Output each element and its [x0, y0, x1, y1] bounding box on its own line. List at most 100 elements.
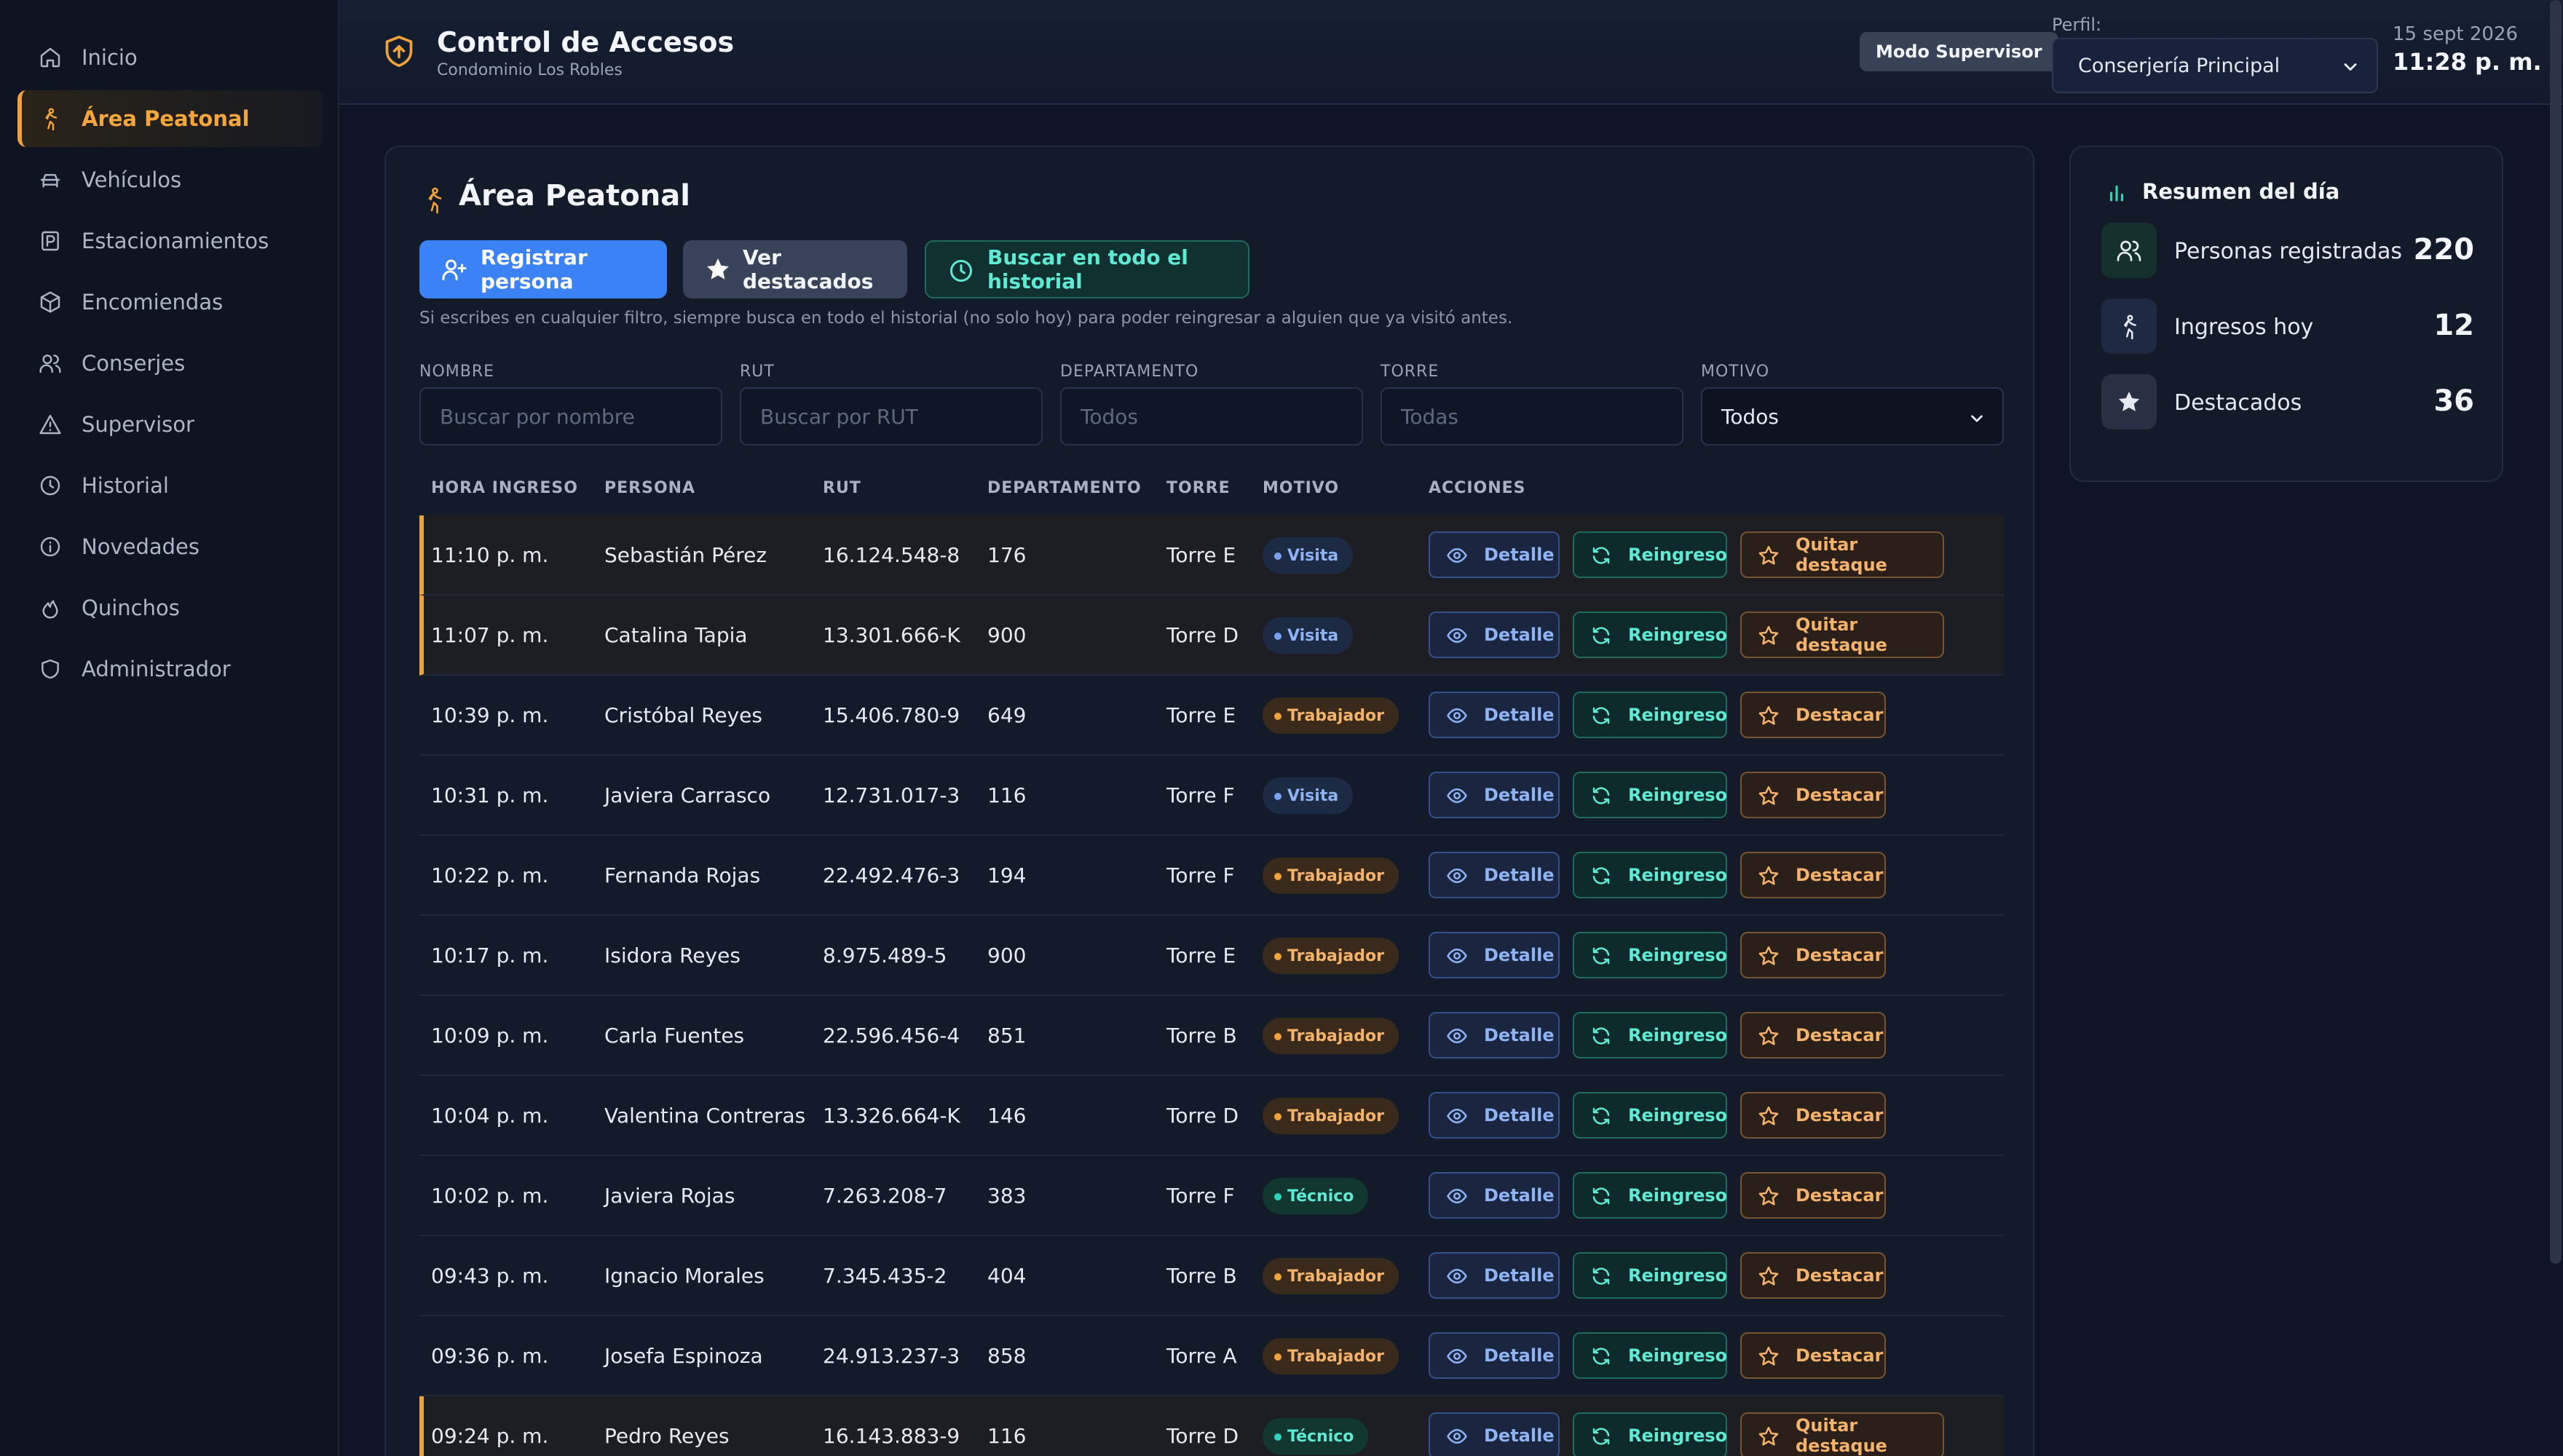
rut-input[interactable]: Buscar por RUT	[740, 387, 1043, 446]
eye-icon	[1446, 945, 1468, 967]
sidebar-item-label: Administrador	[82, 657, 231, 681]
tower: Torre E	[1166, 943, 1236, 968]
entry-time: 10:22 p. m.	[431, 863, 549, 887]
reentry-button[interactable]: Reingreso	[1573, 772, 1727, 818]
feature-button[interactable]: Destacar	[1740, 1332, 1886, 1379]
unfeature-button[interactable]: Quitar destaque	[1740, 612, 1944, 658]
detail-button[interactable]: Detalle	[1429, 692, 1560, 738]
car-icon	[36, 166, 64, 194]
person-rut: 22.492.476-3	[823, 863, 960, 887]
detail-button[interactable]: Detalle	[1429, 1172, 1560, 1219]
current-date: 15 sept 2026	[2393, 23, 2519, 45]
detail-button[interactable]: Detalle	[1429, 1012, 1560, 1059]
detail-button[interactable]: Detalle	[1429, 1412, 1560, 1456]
reason-badge: Trabajador	[1263, 1098, 1399, 1134]
reentry-button[interactable]: Reingreso	[1573, 1092, 1727, 1139]
detail-button[interactable]: Detalle	[1429, 1092, 1560, 1139]
torre-input[interactable]: Todas	[1381, 387, 1683, 446]
sidebar: Inicio Área Peatonal Vehículos Estaciona…	[0, 0, 339, 1456]
refresh-icon	[1590, 1105, 1612, 1127]
eye-icon	[1446, 1345, 1468, 1367]
detail-button[interactable]: Detalle	[1429, 1252, 1560, 1299]
reentry-button[interactable]: Reingreso	[1573, 531, 1727, 578]
shield-icon	[36, 655, 64, 683]
page-scrollbar[interactable]	[2550, 0, 2562, 1264]
sidebar-item-vehiculos[interactable]: Vehículos	[17, 151, 323, 208]
table-row: 11:07 p. m. Catalina Tapia 13.301.666-K 900…	[419, 596, 2004, 676]
reentry-button[interactable]: Reingreso	[1573, 1012, 1727, 1059]
refresh-icon	[1590, 625, 1612, 646]
feature-button[interactable]: Destacar	[1740, 772, 1886, 818]
sidebar-item-conserjes[interactable]: Conserjes	[17, 335, 323, 392]
sidebar-item-area-peatonal[interactable]: Área Peatonal	[17, 90, 323, 147]
detail-button[interactable]: Detalle	[1429, 612, 1560, 658]
reentry-button[interactable]: Reingreso	[1573, 612, 1727, 658]
detail-button[interactable]: Detalle	[1429, 531, 1560, 578]
reentry-button[interactable]: Reingreso	[1573, 692, 1727, 738]
table-row: 10:02 p. m. Javiera Rojas 7.263.208-7 383 To…	[419, 1156, 2004, 1236]
search-history-button[interactable]: Buscar en todo el historial	[925, 240, 1249, 298]
sidebar-item-encomiendas[interactable]: Encomiendas	[17, 274, 323, 331]
feature-button[interactable]: Destacar	[1740, 1092, 1886, 1139]
eye-icon	[1446, 625, 1468, 646]
department: 900	[987, 943, 1027, 968]
unfeature-button[interactable]: Quitar destaque	[1740, 531, 1944, 578]
chevron-down-icon	[1967, 409, 1986, 428]
eye-icon	[1446, 1105, 1468, 1127]
reentry-label: Reingreso	[1628, 1185, 1728, 1206]
shield-logo-icon	[383, 33, 415, 70]
feature-label: Destacar	[1796, 945, 1884, 965]
sidebar-item-quinchos[interactable]: Quinchos	[17, 579, 323, 636]
reentry-button[interactable]: Reingreso	[1573, 1252, 1727, 1299]
star-icon	[1758, 1425, 1780, 1447]
profile-select[interactable]: Conserjería Principal	[2052, 38, 2378, 93]
departamento-input[interactable]: Todos	[1060, 387, 1363, 446]
nombre-placeholder: Buscar por nombre	[440, 404, 635, 429]
reentry-button[interactable]: Reingreso	[1573, 1172, 1727, 1219]
feature-button[interactable]: Destacar	[1740, 692, 1886, 738]
department: 851	[987, 1024, 1027, 1048]
feature-label: Destacar	[1796, 785, 1884, 805]
reentry-button[interactable]: Reingreso	[1573, 932, 1727, 978]
column-header-departamento: DEPARTAMENTO	[987, 479, 1142, 497]
star-icon	[1758, 1345, 1780, 1367]
department: 900	[987, 623, 1027, 647]
sidebar-item-supervisor[interactable]: Supervisor	[17, 396, 323, 453]
detail-button[interactable]: Detalle	[1429, 852, 1560, 898]
detail-button[interactable]: Detalle	[1429, 1332, 1560, 1379]
sidebar-item-estacionamientos[interactable]: Estacionamientos	[17, 213, 323, 269]
reentry-button[interactable]: Reingreso	[1573, 1332, 1727, 1379]
top-header: Control de Accesos Condominio Los Robles…	[339, 0, 2563, 105]
register-person-button[interactable]: Registrar persona	[419, 240, 667, 298]
unfeature-button[interactable]: Quitar destaque	[1740, 1412, 1944, 1456]
summary-value: 220	[2413, 233, 2475, 266]
walking-icon	[36, 105, 64, 132]
eye-icon	[1446, 865, 1468, 887]
person-name: Carla Fuentes	[604, 1024, 745, 1048]
tower: Torre E	[1166, 703, 1236, 727]
sidebar-item-novedades[interactable]: Novedades	[17, 518, 323, 575]
torre-filter-label: TORRE	[1381, 363, 1440, 381]
feature-button[interactable]: Destacar	[1740, 1252, 1886, 1299]
detail-button[interactable]: Detalle	[1429, 932, 1560, 978]
person-rut: 16.124.548-8	[823, 543, 960, 567]
feature-button[interactable]: Destacar	[1740, 1012, 1886, 1059]
sidebar-item-administrador[interactable]: Administrador	[17, 641, 323, 697]
nombre-input[interactable]: Buscar por nombre	[419, 387, 722, 446]
sidebar-item-label: Supervisor	[82, 412, 194, 437]
reentry-button[interactable]: Reingreso	[1573, 852, 1727, 898]
motivo-select[interactable]: Todos	[1701, 387, 2004, 446]
person-rut: 13.301.666-K	[823, 623, 960, 647]
view-featured-button[interactable]: Ver destacados	[683, 240, 907, 298]
sidebar-item-historial[interactable]: Historial	[17, 457, 323, 514]
feature-button[interactable]: Destacar	[1740, 852, 1886, 898]
star-icon	[1758, 1185, 1780, 1207]
feature-button[interactable]: Destacar	[1740, 1172, 1886, 1219]
detail-button[interactable]: Detalle	[1429, 772, 1560, 818]
entry-time: 10:39 p. m.	[431, 703, 549, 727]
reentry-button[interactable]: Reingreso	[1573, 1412, 1727, 1456]
warning-icon	[36, 411, 64, 438]
sidebar-item-inicio[interactable]: Inicio	[17, 29, 323, 86]
feature-button[interactable]: Destacar	[1740, 932, 1886, 978]
refresh-icon	[1590, 1425, 1612, 1447]
